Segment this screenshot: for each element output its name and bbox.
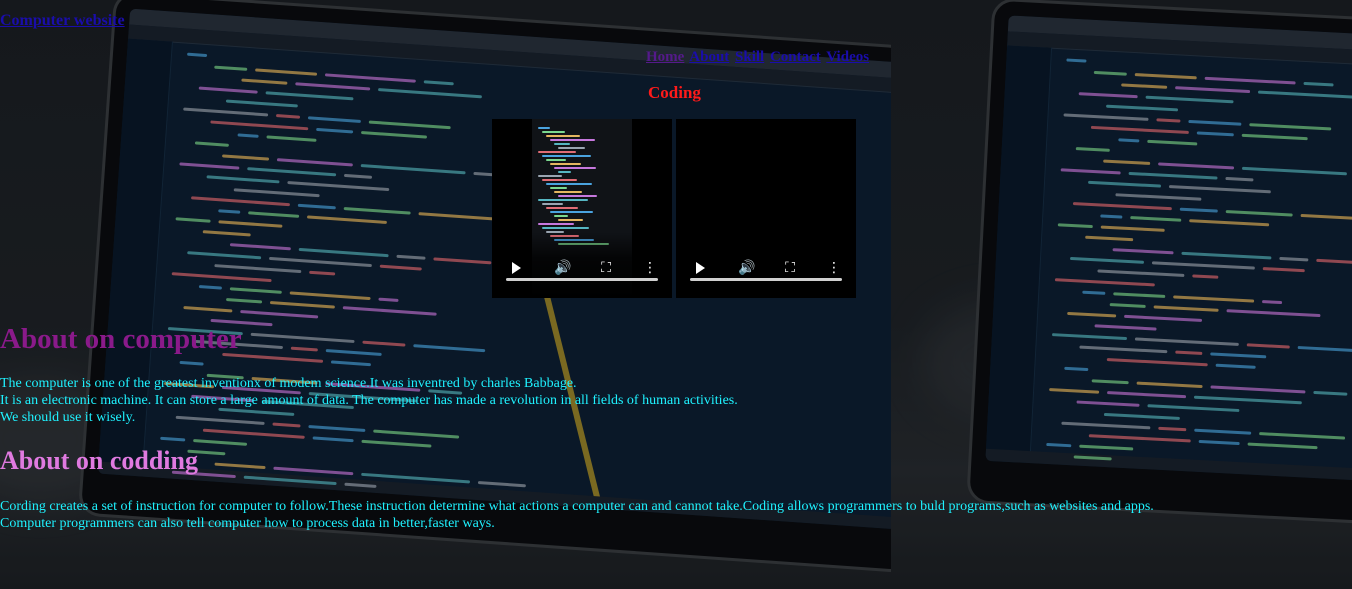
code-line-decoration [554, 191, 582, 193]
code-line-decoration [558, 147, 585, 149]
code-line-decoration [558, 195, 597, 197]
video-player-1[interactable]: 🔊 ⛶ ⋮ [492, 119, 672, 298]
about-computer-heading: About on computer [0, 323, 242, 355]
video-controls: 🔊 ⛶ ⋮ [676, 232, 856, 298]
code-line-decoration [554, 215, 568, 217]
about-computer-paragraph: The computer is one of the greatest inve… [0, 375, 738, 426]
code-line-decoration [554, 167, 596, 169]
code-line-decoration [538, 223, 574, 225]
volume-icon[interactable]: 🔊 [738, 260, 755, 276]
code-line-decoration [546, 207, 578, 209]
nav-link-home[interactable]: Home [646, 49, 684, 65]
site-title-link[interactable]: Computer website [0, 12, 125, 30]
about-coding-paragraph: Cording creates a set of instruction for… [0, 498, 1154, 532]
video-progress-bar[interactable] [690, 278, 842, 281]
video-progress-bar[interactable] [506, 278, 658, 281]
fullscreen-icon[interactable]: ⛶ [782, 260, 798, 276]
code-line-decoration [558, 219, 583, 221]
paragraph-line: Computer programmers can also tell compu… [0, 516, 495, 531]
code-line-decoration [558, 171, 571, 173]
code-line-decoration [546, 135, 580, 137]
video-player-2[interactable]: 🔊 ⛶ ⋮ [676, 119, 856, 298]
code-line-decoration [538, 127, 550, 129]
volume-icon[interactable]: 🔊 [554, 260, 571, 276]
code-line-decoration [550, 163, 581, 165]
nav-link-videos[interactable]: Videos [826, 49, 869, 65]
videos-section-title: Coding [648, 83, 701, 102]
code-line-decoration [542, 227, 589, 229]
code-line-decoration [538, 151, 576, 153]
code-line-decoration [554, 143, 570, 145]
more-options-icon[interactable]: ⋮ [826, 260, 842, 276]
nav-link-skill[interactable]: Skill [735, 49, 764, 65]
code-line-decoration [550, 187, 567, 189]
code-line-decoration [542, 155, 591, 157]
nav-link-contact[interactable]: Contact [770, 49, 821, 65]
paragraph-line: Cording creates a set of instruction for… [0, 499, 1154, 514]
video-controls: 🔊 ⛶ ⋮ [492, 232, 672, 298]
nav-link-about[interactable]: About [689, 49, 729, 65]
about-coding-heading: About on codding [0, 446, 198, 475]
code-line-decoration [542, 131, 565, 133]
more-options-icon[interactable]: ⋮ [642, 260, 658, 276]
code-line-decoration [550, 139, 595, 141]
code-line-decoration [546, 183, 592, 185]
code-line-decoration [542, 179, 577, 181]
code-line-decoration [546, 159, 566, 161]
code-line-decoration [550, 211, 593, 213]
play-icon[interactable] [692, 260, 708, 276]
code-line-decoration [538, 175, 562, 177]
main-nav: Home About Skill Contact Videos [646, 49, 871, 66]
play-icon[interactable] [508, 260, 524, 276]
code-line-decoration [542, 203, 563, 205]
paragraph-line: It is an electronic machine. It can stor… [0, 393, 738, 408]
paragraph-line: The computer is one of the greatest inve… [0, 376, 577, 391]
code-line-decoration [538, 199, 588, 201]
paragraph-line: We should use it wisely. [0, 410, 136, 425]
fullscreen-icon[interactable]: ⛶ [598, 260, 614, 276]
